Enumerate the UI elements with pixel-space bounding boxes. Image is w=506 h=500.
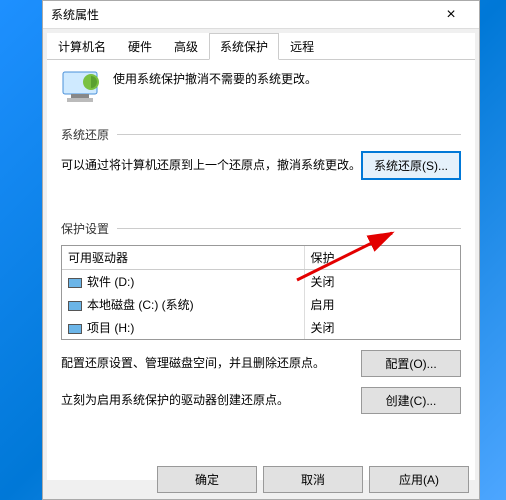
tab-remote[interactable]: 远程 [279, 33, 325, 59]
col-protection: 保护 [305, 246, 460, 269]
drive-icon [68, 301, 82, 311]
drive-name: 软件 (D:) [87, 275, 134, 289]
system-properties-dialog: 系统属性 × 计算机名 硬件 高级 系统保护 远程 使用系统保护撤消不需要的系统… [42, 0, 480, 500]
table-row[interactable]: 软件 (D:) 关闭 [62, 270, 460, 293]
create-row: 立刻为启用系统保护的驱动器创建还原点。 创建(C)... [61, 387, 461, 414]
col-drive: 可用驱动器 [62, 246, 305, 269]
tab-computer-name[interactable]: 计算机名 [47, 33, 117, 59]
tabs: 计算机名 硬件 高级 系统保护 远程 [47, 33, 475, 60]
restore-header-label: 系统还原 [61, 126, 109, 143]
ok-button[interactable]: 确定 [157, 466, 257, 493]
drive-name: 本地磁盘 (C:) (系统) [87, 298, 194, 312]
drive-name: 项目 (H:) [87, 321, 134, 335]
drive-status: 启用 [305, 293, 460, 316]
table-header: 可用驱动器 保护 [62, 246, 460, 270]
close-icon[interactable]: × [431, 6, 471, 24]
drive-status: 关闭 [305, 316, 460, 339]
config-desc: 配置还原设置、管理磁盘空间，并且删除还原点。 [61, 354, 361, 373]
drives-table: 可用驱动器 保护 软件 (D:) 关闭 本地磁盘 (C:) (系统) 启用 项目… [61, 245, 461, 340]
restore-row: 可以通过将计算机还原到上一个还原点，撤消系统更改。 系统还原(S)... [61, 151, 461, 180]
apply-button[interactable]: 应用(A) [369, 466, 469, 493]
monitor-icon [61, 70, 103, 106]
tab-advanced[interactable]: 高级 [163, 33, 209, 59]
window-title: 系统属性 [51, 6, 431, 23]
dialog-footer: 确定 取消 应用(A) [157, 466, 469, 493]
intro-row: 使用系统保护撤消不需要的系统更改。 [61, 70, 461, 106]
config-row: 配置还原设置、管理磁盘空间，并且删除还原点。 配置(O)... [61, 350, 461, 377]
configure-button[interactable]: 配置(O)... [361, 350, 461, 377]
divider [117, 228, 461, 229]
titlebar: 系统属性 × [43, 1, 479, 29]
restore-desc: 可以通过将计算机还原到上一个还原点，撤消系统更改。 [61, 156, 361, 175]
tab-hardware[interactable]: 硬件 [117, 33, 163, 59]
tab-content: 使用系统保护撤消不需要的系统更改。 系统还原 可以通过将计算机还原到上一个还原点… [47, 60, 475, 480]
system-restore-button[interactable]: 系统还原(S)... [361, 151, 461, 180]
restore-section-header: 系统还原 [61, 126, 461, 143]
protect-section-header: 保护设置 [61, 220, 461, 237]
protect-header-label: 保护设置 [61, 220, 109, 237]
cancel-button[interactable]: 取消 [263, 466, 363, 493]
table-row[interactable]: 项目 (H:) 关闭 [62, 316, 460, 339]
drive-icon [68, 324, 82, 334]
table-row[interactable]: 本地磁盘 (C:) (系统) 启用 [62, 293, 460, 316]
drive-icon [68, 278, 82, 288]
intro-text: 使用系统保护撤消不需要的系统更改。 [113, 70, 317, 87]
create-desc: 立刻为启用系统保护的驱动器创建还原点。 [61, 391, 361, 410]
drive-status: 关闭 [305, 270, 460, 293]
divider [117, 134, 461, 135]
create-button[interactable]: 创建(C)... [361, 387, 461, 414]
tab-system-protection[interactable]: 系统保护 [209, 33, 279, 60]
